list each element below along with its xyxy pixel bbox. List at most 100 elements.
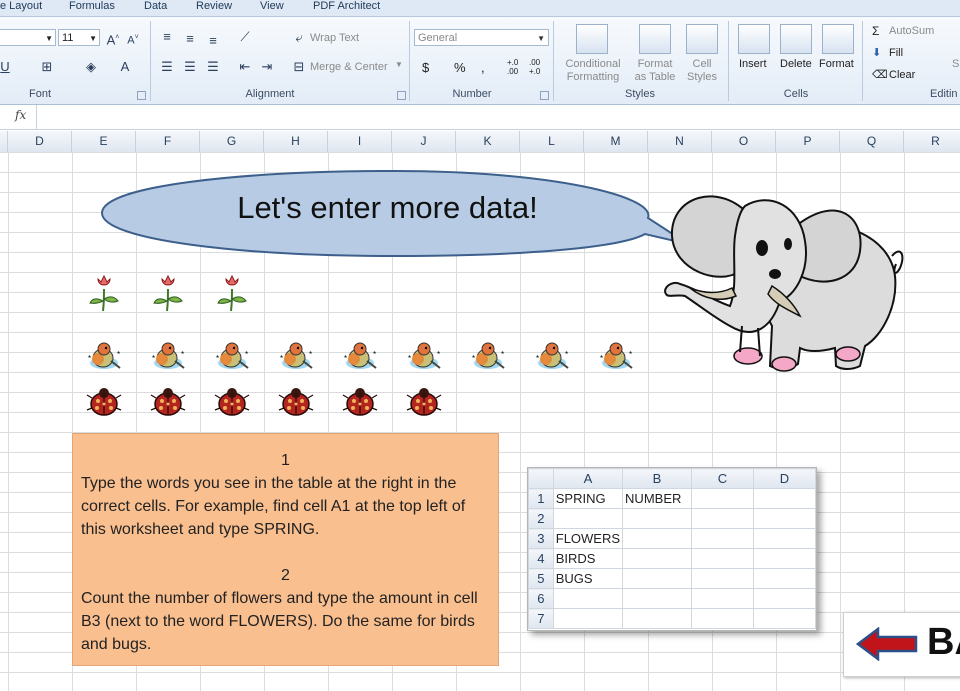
- mini-row: 6: [528, 588, 816, 609]
- underline-icon[interactable]: U: [0, 59, 14, 75]
- orientation-icon[interactable]: ⟋: [236, 29, 254, 45]
- column-header-r[interactable]: R: [904, 131, 960, 152]
- comma-button[interactable]: ,: [481, 60, 485, 75]
- back-button[interactable]: BA: [843, 612, 960, 677]
- column-header-h[interactable]: H: [264, 131, 328, 152]
- mini-col-a: A: [552, 468, 624, 489]
- conditional-formatting-icon: [576, 24, 608, 54]
- styles-group-label: Styles: [625, 88, 655, 100]
- align-top-icon[interactable]: ≡: [158, 29, 176, 45]
- autosum-icon: Σ: [872, 24, 880, 38]
- align-right-icon[interactable]: ☰: [204, 59, 222, 75]
- decrease-decimal-button[interactable]: .00 +.0: [529, 58, 547, 76]
- column-header-j[interactable]: J: [392, 131, 456, 152]
- font-dialog-launcher[interactable]: [137, 91, 146, 100]
- svg-text:*: *: [152, 354, 155, 363]
- insert-cells-icon: [738, 24, 770, 54]
- svg-text:*: *: [309, 350, 312, 359]
- font-size-dropdown[interactable]: 11 ▼: [58, 29, 100, 46]
- autosum-button[interactable]: AutoSum: [889, 25, 934, 37]
- shrink-font-icon[interactable]: A˅: [124, 30, 142, 47]
- align-center-icon[interactable]: ☰: [181, 59, 199, 75]
- arrow-left-icon: [856, 627, 918, 661]
- align-bottom-icon[interactable]: ≡: [204, 33, 222, 49]
- clear-button[interactable]: Clear: [889, 69, 915, 81]
- format-as-table-button[interactable]: Format as Table: [626, 58, 684, 84]
- svg-text:*: *: [472, 354, 475, 363]
- fill-button[interactable]: Fill: [889, 47, 903, 59]
- fill-color-icon[interactable]: ◈: [82, 59, 100, 75]
- font-name-dropdown[interactable]: ▼: [0, 29, 56, 46]
- column-header-n[interactable]: N: [648, 131, 712, 152]
- number-group-label: Number: [452, 88, 492, 100]
- currency-button[interactable]: $: [422, 60, 429, 75]
- wrap-text-button[interactable]: Wrap Text: [310, 32, 359, 44]
- alignment-dialog-launcher[interactable]: [397, 91, 406, 100]
- bird-icon: * *: [216, 342, 249, 369]
- mini-cell-a3: FLOWERS: [552, 528, 624, 549]
- merge-center-button[interactable]: Merge & Center: [310, 61, 388, 73]
- column-header-p[interactable]: P: [776, 131, 840, 152]
- bird-icon: * *: [344, 342, 377, 369]
- decrease-indent-icon[interactable]: ⇤: [236, 59, 254, 75]
- step-2-number: 2: [281, 567, 290, 584]
- column-header-g[interactable]: G: [200, 131, 264, 152]
- align-left-icon[interactable]: ☰: [158, 59, 176, 75]
- svg-text:*: *: [344, 354, 347, 363]
- svg-text:*: *: [629, 350, 632, 359]
- ribbon: ▼ 11 ▼ A˄ A˅ U ⊞ ◈ A Font ≡ ≡ ≡ ⟋ ☰ ☰ ☰ ⇤…: [0, 17, 960, 105]
- borders-icon[interactable]: ⊞: [38, 59, 56, 75]
- format-button[interactable]: Format: [819, 58, 854, 70]
- ladybug-icon: [342, 388, 378, 416]
- grow-font-icon[interactable]: A˄: [104, 30, 122, 47]
- bird-icon: * *: [408, 342, 441, 369]
- column-header-l[interactable]: L: [520, 131, 584, 152]
- align-middle-icon[interactable]: ≡: [181, 31, 199, 47]
- mini-col-d: D: [752, 468, 816, 489]
- wrap-text-icon: ⤶: [295, 30, 303, 45]
- column-header-m[interactable]: M: [584, 131, 648, 152]
- tab-formulas[interactable]: Formulas: [69, 0, 115, 16]
- column-header-c[interactable]: [0, 131, 8, 152]
- mini-cell-b1: NUMBER: [622, 488, 692, 509]
- insert-function-icon[interactable]: fx: [15, 108, 26, 122]
- svg-text:*: *: [88, 354, 91, 363]
- tab-review[interactable]: Review: [196, 0, 232, 16]
- column-header-k[interactable]: K: [456, 131, 520, 152]
- percent-button[interactable]: %: [454, 60, 466, 75]
- conditional-formatting-button[interactable]: Conditional Formatting: [562, 58, 624, 84]
- cell-styles-button[interactable]: Cell Styles: [681, 58, 723, 84]
- delete-button[interactable]: Delete: [780, 58, 812, 70]
- formula-input[interactable]: [40, 107, 954, 127]
- step-1-text: Type the words you see in the table at t…: [81, 475, 466, 538]
- ladybug-icon: [86, 388, 122, 416]
- ladybug-icon: [150, 388, 186, 416]
- bird-icon: * *: [536, 342, 569, 369]
- mini-col-b: B: [622, 468, 692, 489]
- increase-decimal-button[interactable]: +.0 .00: [507, 58, 525, 76]
- tab-page-layout[interactable]: e Layout: [0, 0, 42, 16]
- increase-indent-icon[interactable]: ⇥: [258, 59, 276, 75]
- mini-cell-a4: BIRDS: [552, 548, 624, 569]
- sort-filter-button[interactable]: S: [952, 58, 959, 70]
- number-format-dropdown[interactable]: General ▼: [414, 29, 549, 46]
- column-header-i[interactable]: I: [328, 131, 392, 152]
- column-header-o[interactable]: O: [712, 131, 776, 152]
- delete-cells-icon: [780, 24, 812, 54]
- column-header-d[interactable]: D: [8, 131, 72, 152]
- mini-row: 2: [528, 508, 816, 529]
- svg-text:*: *: [437, 350, 440, 359]
- insert-button[interactable]: Insert: [739, 58, 767, 70]
- tab-pdf-architect[interactable]: PDF Architect: [313, 0, 380, 16]
- number-dialog-launcher[interactable]: [540, 91, 549, 100]
- ladybug-icon: [406, 388, 442, 416]
- font-color-icon[interactable]: A: [116, 59, 134, 75]
- flower-icon: [89, 274, 119, 312]
- tab-data[interactable]: Data: [144, 0, 167, 16]
- tab-view[interactable]: View: [260, 0, 284, 16]
- column-header-e[interactable]: E: [72, 131, 136, 152]
- column-headers: D E F G H I J K L M N O P Q R: [0, 131, 960, 153]
- column-header-q[interactable]: Q: [840, 131, 904, 152]
- clear-icon: ⌫: [872, 69, 888, 81]
- column-header-f[interactable]: F: [136, 131, 200, 152]
